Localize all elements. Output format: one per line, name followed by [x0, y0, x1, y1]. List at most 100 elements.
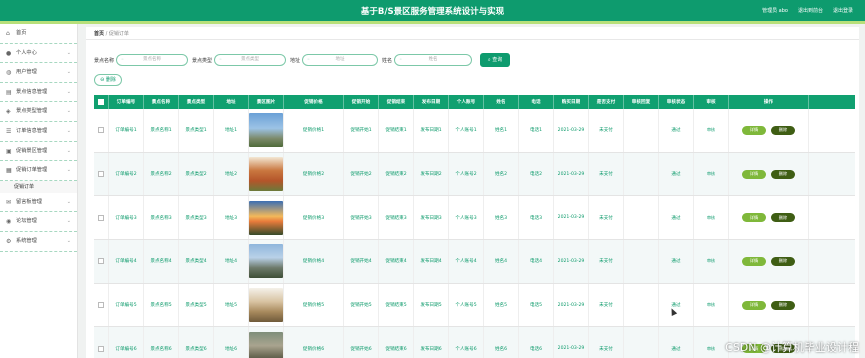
cell-addr: 地址1 — [214, 109, 249, 152]
cell-paid: 未支付 — [589, 240, 624, 283]
detail-button[interactable]: 详情 — [742, 125, 766, 135]
sidebar-item-4[interactable]: ◈ 景点类型管理 ⌄ — [0, 102, 77, 122]
row-select-cell — [94, 196, 109, 240]
search-input-type[interactable]: ◦ 景点类型 — [214, 54, 287, 66]
column-header: 促销结束 — [379, 95, 414, 109]
cell-reply — [624, 283, 659, 327]
tag-icon: ◈ — [6, 108, 11, 116]
sidebar-item-label: 首页 — [16, 30, 27, 36]
user-icon: ● — [6, 49, 12, 57]
sidebar-item-9[interactable]: ◉ 论坛管理 ⌄ — [0, 212, 77, 232]
image-cell — [249, 283, 284, 327]
audit-link[interactable]: 审核 — [707, 346, 715, 352]
sidebar-item-5[interactable]: ☰ 订单信息管理 ⌄ — [0, 122, 77, 142]
search-input-name[interactable]: ◦ 景点名称 — [116, 54, 189, 66]
sidebar-item-7[interactable]: ▦ 促销订单管理 ⌄ — [0, 161, 77, 181]
detail-button[interactable]: 详情 — [742, 169, 766, 179]
audit-cell: 审核 — [694, 196, 729, 240]
cell-phone: 电话4 — [519, 240, 554, 283]
cell-acct: 个人账号2 — [449, 152, 484, 196]
row-checkbox[interactable] — [98, 302, 104, 309]
column-header: 购买日期 — [554, 95, 589, 109]
column-header: 审核回复 — [624, 95, 659, 109]
sidebar-item-3[interactable]: ▤ 景点信息管理 ⌄ — [0, 83, 77, 103]
detail-button[interactable]: 详情 — [742, 256, 766, 266]
cell-person: 姓名2 — [484, 152, 519, 196]
sidebar-item-10[interactable]: ⚙ 系统管理 ⌄ — [0, 232, 77, 252]
cell-reply — [624, 109, 659, 152]
cell-status: 通过 — [659, 152, 694, 196]
sidebar-item-label: 促销订单管理 — [16, 167, 48, 174]
row-checkbox[interactable] — [98, 127, 104, 134]
chevron-down-icon: ⌄ — [66, 69, 71, 76]
list-icon: ☰ — [6, 127, 12, 135]
sidebar-item-2[interactable]: ◍ 用户管理 ⌄ — [0, 63, 77, 83]
row-checkbox[interactable] — [98, 171, 104, 178]
breadcrumb-home[interactable]: 首页 — [94, 31, 104, 37]
logout-link[interactable]: 退出登录 — [833, 7, 853, 14]
table-row: 订单编号3 景点名称3 景点类型3 地址3 促销价格3 促销开始3 促销结束3 发布日期3 个人… — [94, 196, 855, 241]
detail-button[interactable]: 详情 — [742, 213, 766, 223]
search-button[interactable]: ⌕ 查询 — [480, 53, 511, 67]
cell-person: 姓名6 — [484, 327, 519, 358]
sidebar-item-label: 系统管理 — [16, 237, 37, 244]
cell-name: 景点名称6 — [144, 327, 179, 358]
cell-reply — [624, 152, 659, 196]
audit-cell: 审核 — [694, 152, 729, 196]
search-input-person[interactable]: ◦ 姓名 — [394, 54, 473, 66]
batch-delete-button[interactable]: ⊖ 删除 — [94, 74, 122, 86]
cell-pub: 发布日期3 — [414, 196, 449, 240]
actions-cell: 详情 删除 — [729, 152, 809, 196]
cell-price: 促销价格2 — [284, 152, 344, 196]
cell-phone: 电话3 — [519, 196, 554, 240]
audit-link[interactable]: 审核 — [707, 127, 715, 133]
chevron-down-icon: ⌄ — [66, 108, 71, 115]
delete-button[interactable]: 删除 — [771, 300, 795, 310]
cell-start: 促销开始2 — [344, 152, 379, 196]
search-icon: ◦ — [121, 57, 124, 63]
delete-button[interactable]: 删除 — [771, 125, 795, 135]
column-header: 景点名称 — [144, 95, 179, 109]
row-checkbox[interactable] — [98, 258, 104, 265]
cell-reply — [624, 196, 659, 240]
detail-button[interactable]: 详情 — [742, 300, 766, 310]
audit-link[interactable]: 审核 — [707, 171, 715, 177]
audit-link[interactable]: 审核 — [707, 258, 715, 264]
sidebar-item-6[interactable]: ▣ 促销景区管理 ⌄ — [0, 142, 77, 162]
search-input-addr[interactable]: ◦ 地址 — [302, 54, 379, 66]
cell-addr: 地址2 — [214, 152, 249, 196]
delete-button[interactable]: 删除 — [771, 213, 795, 223]
column-header: 促销价格 — [284, 95, 344, 109]
row-checkbox[interactable] — [98, 214, 104, 221]
audit-link[interactable]: 审核 — [707, 215, 715, 221]
sidebar-item-8[interactable]: ✉ 留言板管理 ⌄ — [0, 193, 77, 213]
accent-stripe — [0, 21, 865, 24]
sidebar-item-0[interactable]: ⌂ 首页 — [0, 24, 77, 44]
main-panel: 首页 / 促销订单 景点名称 ◦ 景点名称 景点类型 ◦ 景点类型 地址 ◦ 地址 姓… — [86, 27, 859, 358]
search-bar: 景点名称 ◦ 景点名称 景点类型 ◦ 景点类型 地址 ◦ 地址 姓名 ◦ 姓名 ⌕ 查询 — [94, 53, 511, 67]
column-header: 订单编号 — [109, 95, 144, 109]
select-all-checkbox[interactable] — [98, 99, 104, 105]
search-icon: ◦ — [307, 57, 310, 63]
cell-acct: 个人账号4 — [449, 240, 484, 283]
search-label-type: 景点类型 — [192, 57, 213, 64]
home-icon: ⌂ — [6, 30, 10, 37]
breadcrumb-current: 促销订单 — [108, 31, 129, 37]
table-row: 订单编号1 景点名称1 景点类型1 地址1 促销价格1 促销开始1 促销结束1 发布日期1 个人… — [94, 109, 855, 153]
sidebar-subitem[interactable]: 促销订单 — [0, 180, 77, 193]
actions-cell: 详情 删除 — [729, 196, 809, 240]
column-header: 审核 — [694, 95, 729, 109]
delete-button[interactable]: 删除 — [771, 169, 795, 179]
file-icon: ▦ — [6, 167, 12, 175]
cell-paid: 未支付 — [589, 109, 624, 152]
chevron-down-icon: ⌄ — [66, 218, 71, 225]
delete-button[interactable]: 删除 — [771, 256, 795, 266]
audit-link[interactable]: 审核 — [707, 302, 715, 308]
row-select-cell — [94, 152, 109, 196]
scenic-thumbnail — [249, 331, 283, 358]
image-cell — [249, 196, 284, 240]
sidebar-item-1[interactable]: ● 个人中心 ⌄ — [0, 44, 77, 64]
scenic-thumbnail — [249, 113, 283, 148]
row-checkbox[interactable] — [98, 345, 104, 352]
front-link[interactable]: 退出到前台 — [798, 7, 823, 14]
